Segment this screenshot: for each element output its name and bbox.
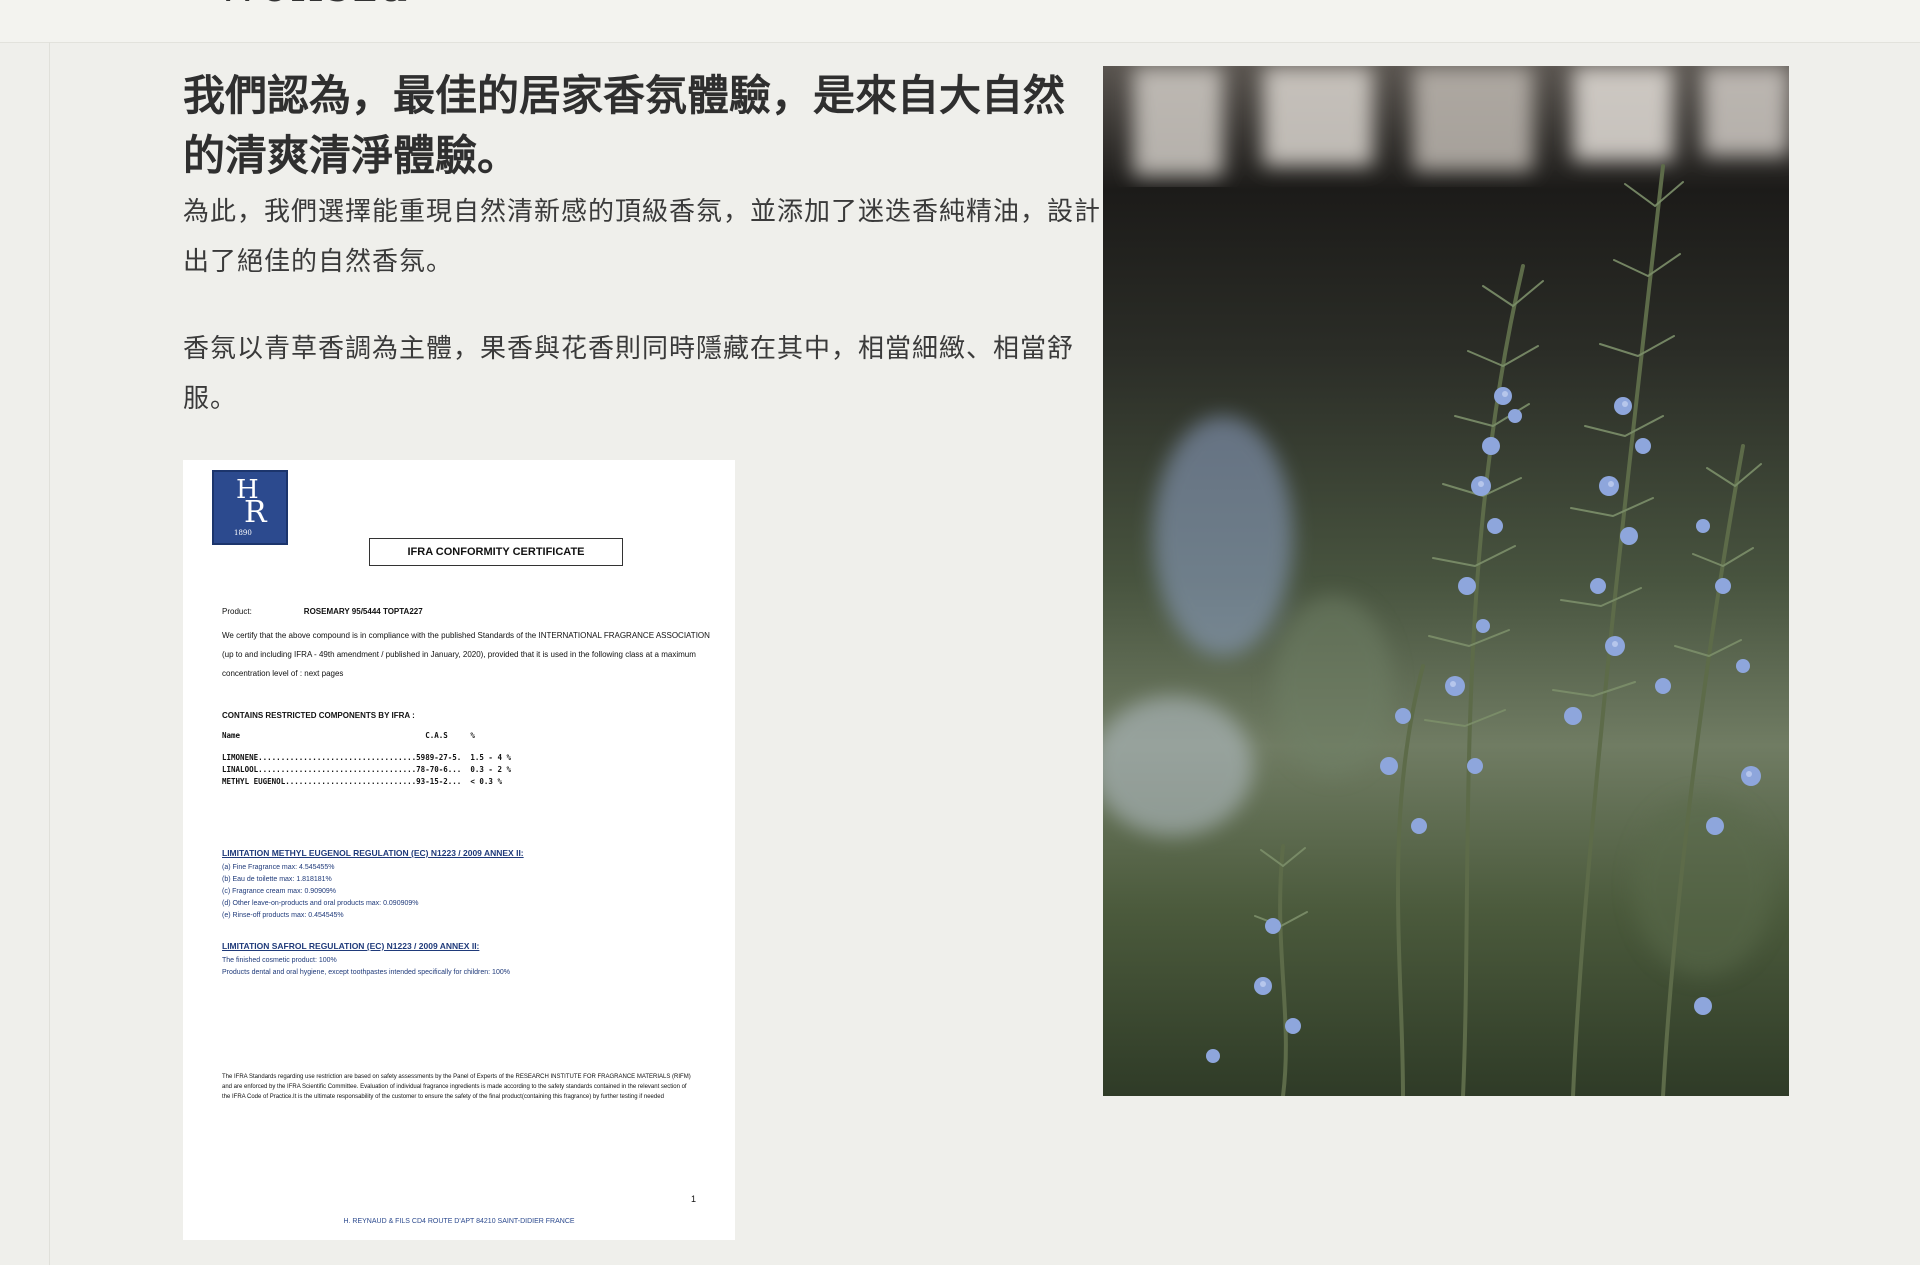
safrol-limits: The finished cosmetic product: 100% Prod… — [222, 957, 510, 976]
certify-text: We certify that the above compound is in… — [222, 631, 710, 678]
top-header: Wellsza — [0, 0, 1920, 43]
left-divider — [49, 42, 50, 1265]
certificate-footnote: The IFRA Standards regarding use restric… — [222, 1074, 691, 1100]
site-logo[interactable]: Wellsza — [214, 0, 410, 8]
methyl-eugenol-section-title: LIMITATION METHYL EUGENOL REGULATION (EC… — [222, 848, 524, 858]
intro-paragraph: 為此，我們選擇能重現自然清新感的頂級香氛，並添加了迷迭香純精油，設計出了絕佳的自… — [183, 197, 1102, 277]
hrf-logo: H R 1890 — [212, 470, 288, 545]
components-table-header: Name C.A.S % — [222, 731, 475, 740]
safrol-section-title: LIMITATION SAFROL REGULATION (EC) N1223 … — [222, 941, 480, 951]
components-table-rows: LIMONENE................................… — [222, 753, 511, 786]
logo-year: 1890 — [234, 529, 252, 537]
certificate-title: IFRA CONFORMITY CERTIFICATE — [369, 538, 623, 566]
product-label: Product: — [222, 607, 252, 616]
page-number: 1 — [691, 1194, 697, 1204]
restricted-title: CONTAINS RESTRICTED COMPONENTS BY IFRA : — [222, 711, 415, 720]
company-address: H. REYNAUD & FILS CD4 ROUTE D'APT 84210 … — [343, 1218, 575, 1225]
rosemary-illustration — [1103, 66, 1789, 1096]
logo-letter-r: R — [244, 495, 267, 530]
product-value: ROSEMARY 95/5444 TOPTA227 — [303, 607, 423, 616]
ifra-certificate-image: H R 1890 IFRA CONFORMITY CERTIFICATE Pro… — [183, 460, 735, 1240]
scent-paragraph: 香氛以青草香調為主體，果香與花香則同時隱藏在其中，相當細緻、相當舒服。 — [183, 334, 1075, 414]
methyl-eugenol-limits: (a) Fine Fragrance max: 4.545455% (b) Ea… — [222, 864, 419, 919]
product-line: Product: ROSEMARY 95/5444 TOPTA227 — [222, 602, 423, 621]
section-heading: 我們認為，最佳的居家香氛體驗，是來自大自然的清爽清淨體驗。 — [183, 71, 1066, 180]
rosemary-photo — [1103, 66, 1789, 1096]
